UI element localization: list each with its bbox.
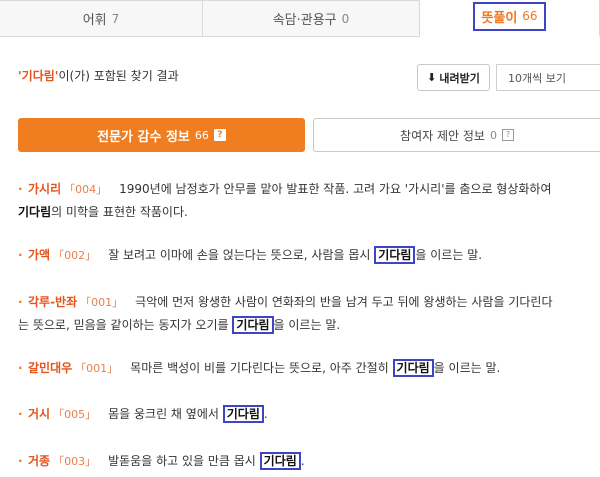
tab-proverbs[interactable]: 속담·관용구 0	[202, 0, 420, 37]
tab-vocabulary[interactable]: 어휘 7	[0, 0, 203, 37]
entry-word[interactable]: 거종	[28, 454, 50, 468]
entry-keyword: 기다림	[392, 359, 434, 377]
bullet-icon: ·	[18, 454, 23, 468]
list-item: · 갈민대우 「001」 목마른 백성이 비를 기다린다는 뜻으로, 아주 간절히 …	[18, 357, 598, 380]
search-tabs: 어휘 7 속담·관용구 0 뜻풀이 66	[0, 0, 600, 37]
tabs-divider	[0, 36, 420, 37]
entry-code: 「002」	[53, 249, 97, 262]
entry-text: 발돋움을 하고 있을 만큼 몹시	[108, 454, 256, 468]
user-count: 0	[489, 128, 497, 142]
list-item: · 거시 「005」 몸을 웅크린 채 옆에서 기다림.	[18, 403, 598, 426]
page-size-value: 10개씩 보기	[508, 71, 566, 85]
tab-count: 7	[111, 11, 120, 26]
tab-count: 66	[522, 9, 538, 23]
result-summary: '기다림'이(가) 포함된 찾기 결과	[18, 67, 179, 84]
entry-keyword: 기다림	[18, 205, 52, 219]
entry-text: .	[300, 454, 305, 468]
tab-label: 어휘	[82, 13, 107, 28]
bullet-icon: ·	[18, 182, 23, 196]
tab-highlight: 뜻풀이 66	[473, 1, 546, 31]
list-item: · 가시리 「004」 1990년에 남정호가 안무를 맡아 발표한 작품. 고려 …	[18, 178, 598, 223]
entry-text: .	[263, 407, 268, 421]
list-item: · 각루-반좌 「001」 극악에 먼저 왕생한 사람이 연화좌의 반을 남겨 두고…	[18, 291, 598, 336]
tab-definitions[interactable]: 뜻풀이 66	[419, 0, 600, 37]
tab-count: 0	[341, 11, 350, 26]
entry-code: 「005」	[53, 408, 97, 421]
tab-label: 뜻풀이	[481, 10, 518, 26]
entry-text: 몸을 웅크린 채 옆에서	[108, 407, 219, 421]
entry-keyword: 기다림	[232, 316, 274, 334]
entry-keyword: 기다림	[259, 452, 301, 470]
download-icon: ⬇	[427, 71, 437, 84]
download-label: 내려받기	[439, 71, 480, 85]
tab-label: 속담·관용구	[272, 13, 337, 28]
entry-code: 「003」	[53, 455, 97, 468]
bullet-icon: ·	[18, 295, 23, 309]
expert-count: 66	[194, 128, 209, 142]
entry-text: 는 뜻으로, 믿음을 같이하는 동지가 오기를	[18, 318, 229, 332]
help-icon[interactable]: ?	[501, 129, 514, 141]
entry-keyword: 기다림	[374, 246, 416, 264]
bullet-icon: ·	[18, 361, 23, 375]
entry-word[interactable]: 각루-반좌	[28, 295, 77, 309]
help-icon[interactable]: ?	[213, 129, 226, 141]
list-item: · 거종 「003」 발돋움을 하고 있을 만큼 몹시 기다림.	[18, 450, 598, 473]
entry-text: 잘 보려고 이마에 손을 얹는다는 뜻으로, 사람을 몹시	[108, 248, 371, 262]
entry-text: 을 이르는 말.	[415, 248, 483, 262]
user-label: 참여자 제안 정보	[400, 128, 485, 143]
entry-word[interactable]: 거시	[28, 407, 50, 421]
entry-word[interactable]: 갈민대우	[28, 361, 72, 375]
result-keyword: '기다림'	[18, 69, 59, 83]
entry-text: 목마른 백성이 비를 기다린다는 뜻으로, 아주 간절히	[130, 361, 389, 375]
entry-code: 「004」	[64, 183, 108, 196]
entry-text: 을 이르는 말.	[433, 361, 501, 375]
result-suffix: 이(가) 포함된 찾기 결과	[58, 69, 179, 83]
tab-user-suggestions[interactable]: 참여자 제안 정보 0 ?	[313, 118, 600, 152]
tab-expert-info[interactable]: 전문가 감수 정보 66 ?	[18, 118, 305, 152]
page-size-select[interactable]: 10개씩 보기	[496, 64, 600, 91]
download-button[interactable]: ⬇ 내려받기	[417, 64, 490, 91]
entry-word[interactable]: 가시리	[28, 182, 61, 196]
entry-code: 「001」	[80, 296, 124, 309]
entry-word[interactable]: 가액	[28, 248, 50, 262]
entry-keyword: 기다림	[222, 405, 264, 423]
expert-label: 전문가 감수 정보	[97, 129, 190, 145]
entry-text: 1990년에 남정호가 안무를 맡아 발표한 작품. 고려 가요 '가시리'를 …	[119, 182, 552, 196]
list-item: · 가액 「002」 잘 보려고 이마에 손을 얹는다는 뜻으로, 사람을 몹시 기…	[18, 244, 598, 267]
bullet-icon: ·	[18, 407, 23, 421]
entry-text: 을 이르는 말.	[273, 318, 341, 332]
entry-text: 극악에 먼저 왕생한 사람이 연화좌의 반을 남겨 두고 뒤에 왕생하는 사람을…	[135, 295, 553, 309]
entry-text: 의 미학을 표현한 작품이다.	[51, 205, 188, 219]
entry-code: 「001」	[75, 362, 119, 375]
bullet-icon: ·	[18, 248, 23, 262]
